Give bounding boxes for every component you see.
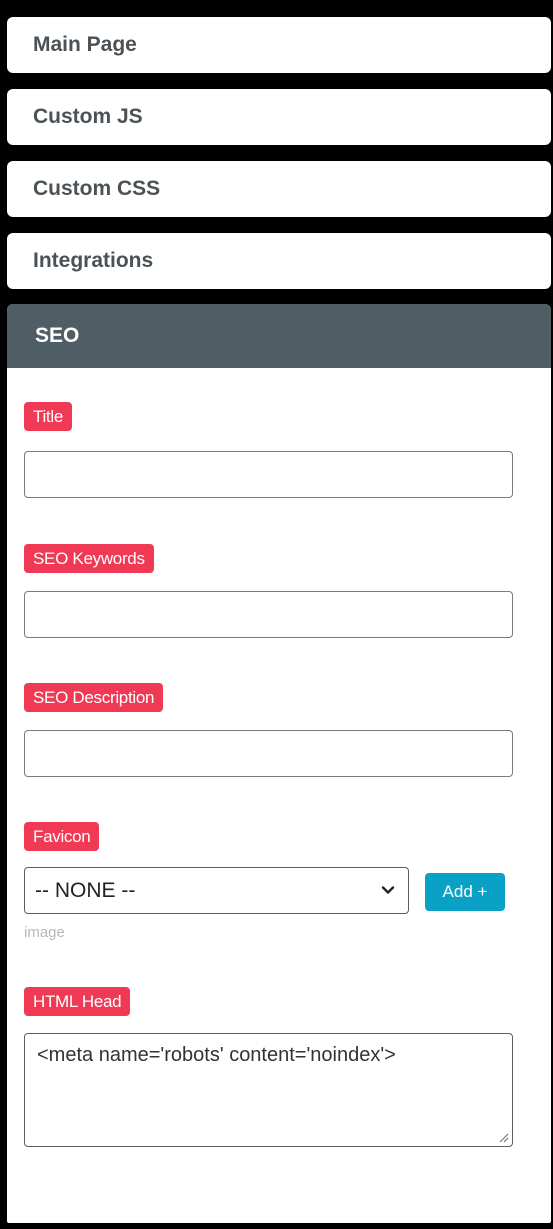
html-head-label: HTML Head <box>24 987 131 1016</box>
seo-description-label: SEO Description <box>24 683 164 712</box>
seo-panel: SEO Title SEO Keywords SEO Description F… <box>7 304 551 1223</box>
tab-custom-css[interactable]: Custom CSS <box>7 161 551 217</box>
title-input[interactable] <box>24 451 513 498</box>
tab-integrations[interactable]: Integrations <box>7 233 551 289</box>
tab-main-page[interactable]: Main Page <box>7 17 551 73</box>
favicon-select[interactable]: -- NONE -- <box>24 867 409 914</box>
tab-label: Main Page <box>33 33 137 56</box>
tab-custom-js[interactable]: Custom JS <box>7 89 551 145</box>
chevron-down-icon <box>381 886 395 894</box>
favicon-selected-value: -- NONE -- <box>35 878 136 902</box>
add-favicon-button[interactable]: Add + <box>425 873 505 911</box>
seo-keywords-input[interactable] <box>24 591 513 638</box>
favicon-label: Favicon <box>24 822 100 851</box>
tab-label: Custom CSS <box>33 177 161 200</box>
title-label: Title <box>24 402 72 431</box>
html-head-value: <meta name='robots' content='noindex'> <box>37 1044 396 1066</box>
html-head-textarea[interactable]: <meta name='robots' content='noindex'> <box>24 1033 513 1147</box>
seo-description-input[interactable] <box>24 730 513 777</box>
resize-grip-icon[interactable] <box>497 1131 509 1143</box>
seo-keywords-label: SEO Keywords <box>24 544 154 573</box>
tab-label: Custom JS <box>33 105 143 128</box>
tab-seo[interactable]: SEO <box>7 304 551 368</box>
favicon-hint: image <box>24 924 65 941</box>
tab-label: Integrations <box>33 249 154 272</box>
seo-panel-title: SEO <box>35 324 80 347</box>
